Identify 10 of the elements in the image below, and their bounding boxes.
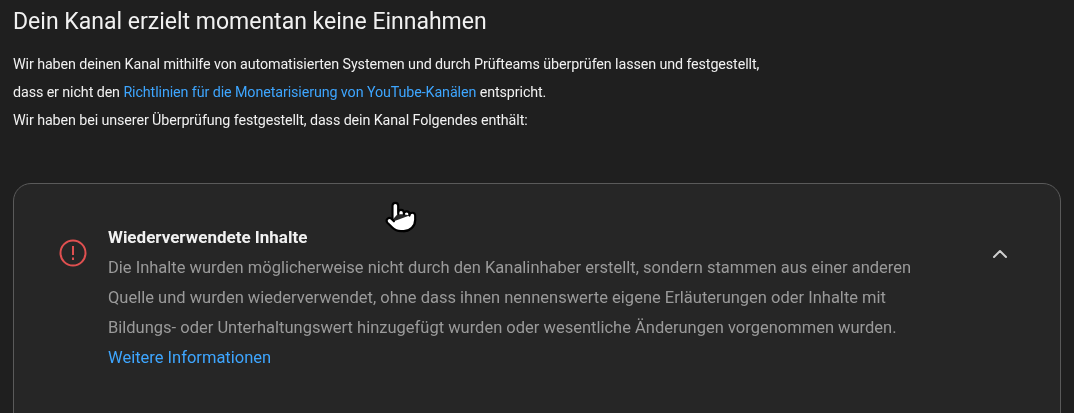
hand-cursor-icon xyxy=(384,200,418,234)
page-title: Dein Kanal erzielt momentan keine Einnahmen xyxy=(13,7,488,37)
intro-text: Wir haben deinen Kanal mithilfe von automatisierten Systemen und durch Prüfteams überprüfen lassen und festgestellt, xyxy=(13,55,761,74)
policy-link[interactable]: Richtlinien für die Monetarisierung von YouTube-Kanälen xyxy=(123,84,477,100)
more-info-link[interactable]: Weitere Informationen xyxy=(108,348,272,367)
issue-description: Die Inhalte wurden möglicherweise nicht durch den Kanalinhaber erstellt, sondern stammen aus einer anderen Quelle und wurden wiederverwendet, ohne dass ihnen nennenswerte eigene Erläuterungen oder Inhalte mit Bildungs- oder Unterhaltungswert hinzugefügt wurden oder wesentliche Änderungen vorgenommen wurden. Weitere Informationen xyxy=(108,257,913,369)
issue-title: Wiederverwendete Inhalte xyxy=(108,226,309,249)
intro-text: dass er nicht den Richtlinien für die Monetarisierung von YouTube-Kanälen entspricht. xyxy=(13,83,548,102)
intro-text: Wir haben bei unserer Überprüfung festgestellt, dass dein Kanal Folgendes enthält: xyxy=(13,111,529,130)
error-icon xyxy=(58,238,88,268)
